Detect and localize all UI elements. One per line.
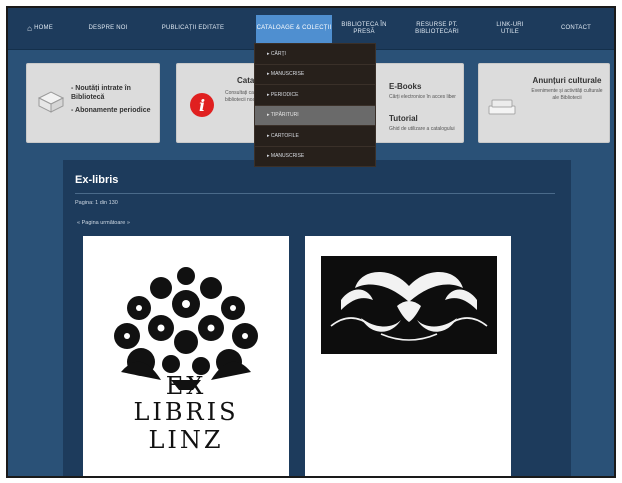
box-noutati-line1: - Noutăți intrate în Bibliotecă: [71, 85, 131, 102]
main-content: Ex-libris Pagina: 1 din 130 « Pagina urm…: [63, 160, 571, 476]
pagination-link[interactable]: « Pagina următoare »: [77, 220, 130, 226]
exlibris-line-ex: EX: [165, 372, 207, 400]
title-divider: [75, 193, 555, 194]
box-anunturi-title: Anunțuri culturale: [532, 76, 602, 85]
box-tutorial-text: Ghid de utilizare a catalogului: [389, 126, 455, 132]
exlibris-line-libris: LIBRIS: [133, 398, 239, 426]
browser-frame: ⌂ Home Despre noi Publicații editate Cat…: [6, 6, 616, 478]
dropdown-item-periodice[interactable]: ▸ Periodice: [255, 85, 375, 106]
book-stack-icon: [488, 99, 516, 115]
dropdown-item-manuscrise[interactable]: ▸ Manuscrise: [255, 65, 375, 85]
ornamental-exlibris-image: [321, 256, 497, 354]
dropdown-item-tiparituri[interactable]: ▸ Tipărituri: [255, 105, 375, 126]
box-noutati[interactable]: - Noutăți intrate în Bibliotecă - Abonam…: [26, 63, 160, 143]
svg-text:i: i: [199, 96, 205, 115]
dropdown-item-manuscrise-2[interactable]: ▸ Manuscrise: [255, 147, 375, 167]
box-anunturi[interactable]: Anunțuri culturale Evenimente și activit…: [478, 63, 610, 143]
box-anunturi-text: Evenimente și activități culturale ale B…: [531, 88, 603, 101]
box-tutorial-title: Tutorial: [389, 114, 418, 123]
page-counter: Pagina: 1 din 130: [75, 200, 118, 206]
nav-cataloage[interactable]: Cataloage & colecții: [256, 15, 332, 43]
nav-home[interactable]: ⌂ Home: [18, 8, 62, 50]
book-icon: [37, 91, 65, 113]
nav-linkuri[interactable]: Link-uri utile: [490, 8, 530, 50]
nav-publicatii[interactable]: Publicații editate: [150, 8, 236, 50]
box-ebooks-text: Cărți electronice în acces liber: [389, 94, 456, 100]
exlibris-line-linz: LINZ: [148, 426, 224, 454]
nav-home-label: Home: [34, 25, 53, 32]
nav-despre-noi[interactable]: Despre noi: [78, 8, 138, 50]
box-noutati-line2: - Abonamente periodice: [71, 107, 151, 114]
dropdown-item-carti[interactable]: ▸ Cărți: [255, 44, 375, 65]
exlibris-card-2[interactable]: 10: [305, 236, 511, 476]
catalog-dropdown-menu: ▸ Cărți ▸ Manuscrise ▸ Periodice ▸ Tipăr…: [254, 43, 376, 167]
exlibris-card-1[interactable]: EX LIBRIS LINZ 1: [83, 236, 289, 476]
page-title: Ex-libris: [75, 174, 119, 186]
box-ebooks-title: E-Books: [389, 82, 422, 91]
nav-contact[interactable]: Contact: [548, 8, 604, 50]
nav-resurse[interactable]: Resurse pt. bibliotecari: [398, 8, 476, 50]
info-icon: i: [190, 93, 214, 117]
dropdown-item-cartofile[interactable]: ▸ Cartofile: [255, 126, 375, 147]
home-icon: ⌂: [27, 24, 33, 33]
